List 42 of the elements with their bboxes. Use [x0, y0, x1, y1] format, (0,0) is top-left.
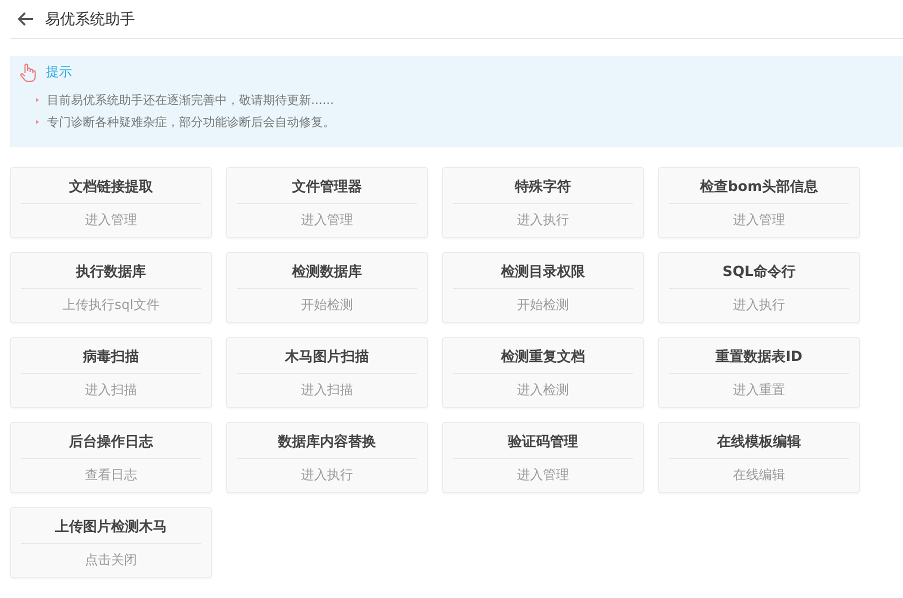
tool-link[interactable]: 查看日志	[85, 459, 137, 493]
tool-title: 特殊字符	[515, 178, 571, 197]
tool-title: 病毒扫描	[83, 348, 139, 367]
tool-link[interactable]: 进入扫描	[85, 374, 137, 408]
tool-title: 检测重复文档	[501, 348, 585, 367]
tool-link[interactable]: 进入管理	[517, 459, 569, 493]
tool-link[interactable]: 开始检测	[301, 289, 353, 323]
tip-title: 提示	[46, 64, 72, 81]
bullet-icon	[36, 120, 39, 124]
tool-title: 检测目录权限	[501, 263, 585, 282]
tool-title: 文档链接提取	[69, 178, 153, 197]
tool-link[interactable]: 进入执行	[301, 459, 353, 493]
tool-title: 验证码管理	[508, 433, 578, 452]
tool-link[interactable]: 在线编辑	[733, 459, 785, 493]
tool-title: 数据库内容替换	[278, 432, 376, 452]
bullet-icon	[36, 98, 39, 102]
page-title: 易优系统助手	[45, 10, 135, 28]
tool-link[interactable]: 进入管理	[85, 204, 137, 238]
tool-title: 检查bom头部信息	[700, 178, 818, 197]
tool-title: SQL命令行	[722, 263, 796, 282]
tool-link[interactable]: 进入管理	[301, 204, 353, 238]
tool-link[interactable]: 点击关闭	[85, 544, 137, 578]
tool-link[interactable]: 进入扫描	[301, 374, 353, 408]
tool-link[interactable]: 进入检测	[517, 374, 569, 408]
tool-title: 执行数据库	[76, 262, 146, 282]
tool-title: 文件管理器	[292, 178, 362, 197]
tip-text: 专门诊断各种疑难杂症，部分功能诊断后会自动修复。	[47, 114, 335, 130]
pointing-hand-icon	[20, 62, 36, 82]
tool-title: 检测数据库	[292, 262, 362, 282]
tool-title: 在线模板编辑	[717, 433, 801, 452]
tool-title: 木马图片扫描	[285, 348, 369, 367]
tip-text: 目前易优系统助手还在逐渐完善中，敬请期待更新......	[47, 92, 334, 108]
tool-link[interactable]: 进入执行	[733, 289, 785, 323]
tool-link[interactable]: 进入执行	[517, 204, 569, 238]
tool-title: 重置数据表ID	[716, 348, 802, 367]
tool-link[interactable]: 进入管理	[733, 204, 785, 238]
tool-link[interactable]: 开始检测	[517, 289, 569, 323]
tool-title: 后台操作日志	[69, 433, 153, 452]
tool-link[interactable]: 进入重置	[733, 374, 785, 408]
back-icon[interactable]	[17, 12, 34, 26]
tool-title: 上传图片检测木马	[55, 518, 167, 537]
tool-link[interactable]: 上传执行sql文件	[62, 289, 160, 323]
